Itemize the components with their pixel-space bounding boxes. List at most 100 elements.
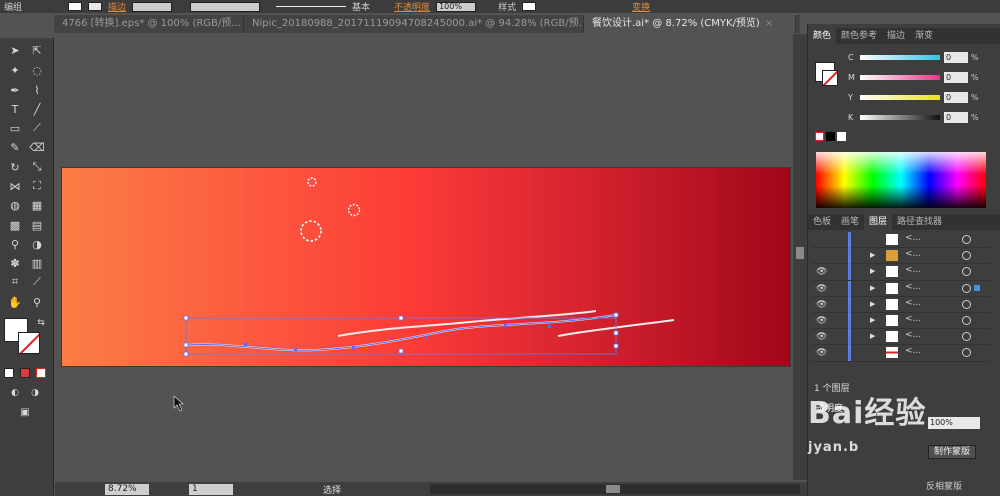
tab-4766[interactable]: 4766 [转换].eps* @ 100% (RGB/预...×: [54, 15, 244, 33]
stroke-weight-field[interactable]: [132, 1, 173, 12]
visibility-eye-icon[interactable]: 👁: [816, 267, 827, 277]
eraser-tool-icon[interactable]: ⌫: [28, 139, 46, 155]
fill-swatch[interactable]: [68, 2, 83, 11]
magic-wand-icon[interactable]: ✦: [6, 62, 24, 78]
layer-row[interactable]: 👁 ▶ <...: [812, 280, 990, 297]
pen-tool-icon[interactable]: ✒: [6, 82, 24, 98]
gradient-mode-icon[interactable]: [20, 368, 30, 378]
horizontal-scroll-thumb[interactable]: [606, 485, 620, 493]
tab-color[interactable]: 颜色: [808, 28, 837, 44]
lasso-icon[interactable]: ◌: [28, 62, 46, 78]
layer-name[interactable]: <...: [905, 330, 921, 340]
blend-tool-icon[interactable]: ◑: [28, 236, 46, 252]
color-spectrum[interactable]: [816, 152, 986, 208]
expand-arrow-icon[interactable]: ▶: [870, 300, 875, 308]
close-icon[interactable]: ×: [765, 18, 773, 29]
tab-pathfinder[interactable]: 路径查找器: [892, 214, 947, 230]
artboard-tool-icon[interactable]: ⌗: [6, 274, 24, 290]
tab-stroke[interactable]: 描边: [882, 28, 910, 44]
black-value[interactable]: 0: [944, 111, 968, 123]
color-mode-icon[interactable]: [4, 368, 14, 378]
slice-tool-icon[interactable]: ⟋: [28, 274, 46, 290]
yellow-value[interactable]: 0: [944, 91, 968, 103]
shape-builder-icon[interactable]: ◍: [6, 197, 24, 213]
selection-indicator[interactable]: [974, 284, 980, 291]
draw-behind-icon[interactable]: ◑: [26, 385, 44, 401]
layer-name[interactable]: <...: [905, 298, 921, 308]
layer-name[interactable]: <...: [905, 346, 921, 356]
white-swatch[interactable]: [837, 132, 846, 141]
tab-layers[interactable]: 图层: [864, 214, 893, 230]
layer-name[interactable]: <...: [905, 282, 921, 292]
style-swatch[interactable]: [522, 2, 537, 11]
rectangle-tool-icon[interactable]: ▭: [6, 120, 24, 136]
none-mode-icon[interactable]: [36, 368, 46, 378]
layer-row[interactable]: 👁 ▶ <...: [812, 329, 990, 346]
symbol-sprayer-icon[interactable]: ✽: [6, 255, 24, 271]
eyedropper-icon[interactable]: ⚲: [6, 236, 24, 252]
stroke-style-label[interactable]: 基本: [352, 0, 370, 13]
target-icon[interactable]: [962, 251, 971, 261]
visibility-eye-icon[interactable]: 👁: [816, 332, 827, 342]
opacity-field[interactable]: 100%: [436, 1, 477, 12]
visibility-eye-icon[interactable]: 👁: [816, 348, 827, 358]
layer-name[interactable]: <...: [905, 265, 921, 275]
target-icon[interactable]: [962, 283, 971, 293]
perspective-grid-icon[interactable]: ▦: [28, 197, 46, 213]
visibility-eye-icon[interactable]: 👁: [816, 316, 827, 326]
rotate-tool-icon[interactable]: ↻: [6, 159, 24, 175]
type-tool-icon[interactable]: T: [6, 101, 24, 117]
target-icon[interactable]: [962, 267, 971, 277]
none-swatch[interactable]: [815, 132, 824, 141]
tab-nipic[interactable]: Nipic_20180988_20171119094708245000.ai* …: [244, 15, 584, 33]
artboard-gradient-banner[interactable]: [62, 168, 790, 366]
layer-row[interactable]: 👁 ▶ <...: [812, 264, 990, 281]
target-icon[interactable]: [962, 348, 971, 358]
tab-swatches[interactable]: 色板: [808, 214, 836, 230]
swap-colors-icon[interactable]: ⇆: [32, 315, 50, 331]
invert-mask-checkbox[interactable]: 反相蒙版: [926, 479, 962, 492]
zoom-field[interactable]: 8.72%: [105, 483, 149, 495]
scale-tool-icon[interactable]: ⤡: [28, 159, 46, 175]
stroke-color-box[interactable]: [18, 332, 40, 354]
width-tool-icon[interactable]: ⋈: [6, 178, 24, 194]
horizontal-scrollbar[interactable]: [430, 484, 800, 494]
magenta-slider[interactable]: [860, 74, 940, 80]
tab-brushes[interactable]: 画笔: [836, 214, 864, 230]
expand-arrow-icon[interactable]: ▶: [870, 332, 875, 340]
layer-row[interactable]: 👁 ▶ <...: [812, 296, 990, 313]
layer-name[interactable]: <...: [905, 314, 921, 324]
stroke-swatch[interactable]: [88, 2, 103, 11]
opacity-label[interactable]: 不透明度: [394, 0, 430, 13]
artboard-navigation-field[interactable]: 1: [189, 483, 233, 495]
layer-row[interactable]: 👁 ▶ <...: [812, 312, 990, 330]
cyan-slider[interactable]: [860, 54, 940, 60]
cyan-value[interactable]: 0: [944, 51, 968, 63]
line-tool-icon[interactable]: ╱: [28, 101, 46, 117]
magenta-value[interactable]: 0: [944, 71, 968, 83]
black-slider[interactable]: [860, 114, 940, 120]
yellow-slider[interactable]: [860, 94, 940, 100]
target-icon[interactable]: [962, 315, 971, 325]
paintbrush-tool-icon[interactable]: ⟋: [28, 120, 46, 136]
curvature-tool-icon[interactable]: ⌇: [28, 82, 46, 98]
selection-tool-icon[interactable]: ➤: [6, 42, 24, 58]
expand-arrow-icon[interactable]: ▶: [870, 251, 875, 259]
cyan-slider-row[interactable]: C 0 %: [848, 50, 998, 64]
tab-canyin-design[interactable]: 餐饮设计.ai* @ 8.72% (CMYK/预览) ×: [584, 15, 796, 33]
black-slider-row[interactable]: K 0 %: [848, 110, 998, 124]
expand-arrow-icon[interactable]: ▶: [870, 316, 875, 324]
layer-row[interactable]: ▶ <...: [812, 248, 990, 265]
transform-link[interactable]: 变换: [632, 0, 650, 13]
mesh-tool-icon[interactable]: ▩: [6, 217, 24, 233]
screen-mode-icon[interactable]: ▣: [16, 404, 34, 420]
expand-arrow-icon[interactable]: ▶: [870, 267, 875, 275]
visibility-eye-icon[interactable]: 👁: [816, 300, 827, 310]
black-swatch[interactable]: [826, 132, 835, 141]
visibility-eye-icon[interactable]: 👁: [816, 284, 827, 294]
pencil-tool-icon[interactable]: ✎: [6, 139, 24, 155]
magenta-slider-row[interactable]: M 0 %: [848, 70, 998, 84]
stroke-label[interactable]: 描边: [108, 0, 126, 13]
free-transform-icon[interactable]: ⛶: [28, 178, 46, 194]
layer-name[interactable]: <...: [905, 249, 921, 259]
